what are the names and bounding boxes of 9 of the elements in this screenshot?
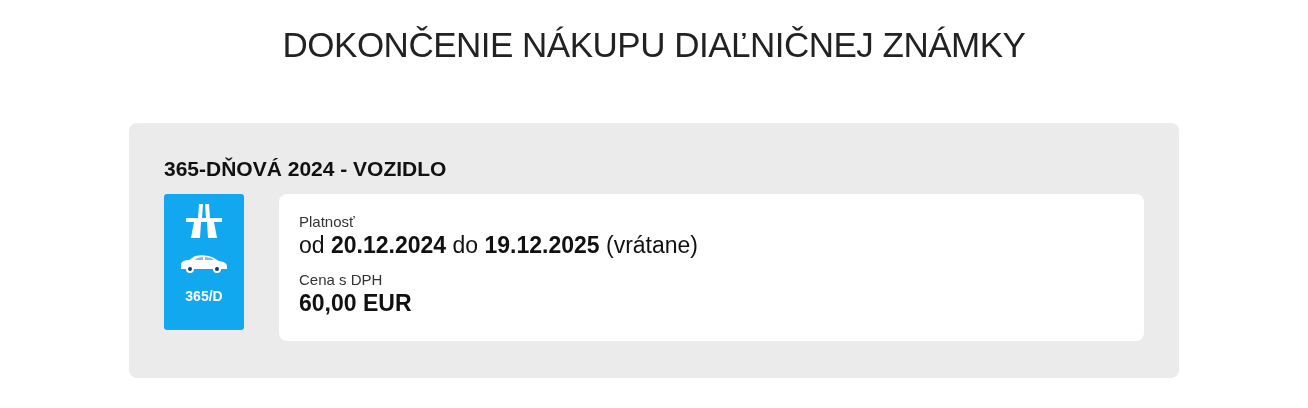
sticker-label: 365/D	[185, 287, 223, 306]
motorway-icon	[186, 204, 222, 240]
price-value: 60,00 EUR	[299, 289, 413, 317]
car-icon	[179, 254, 229, 274]
price-label: Cena s DPH	[299, 271, 384, 289]
card-heading: 365-DŇOVÁ 2024 - VOZIDLO	[164, 156, 448, 182]
validity-label: Platnosť	[299, 213, 356, 231]
page-title: DOKONČENIE NÁKUPU DIAĽNIČNEJ ZNÁMKY	[282, 24, 1026, 66]
validity-value: od 20.12.2024 do 19.12.2025 (vrátane)	[299, 231, 700, 259]
